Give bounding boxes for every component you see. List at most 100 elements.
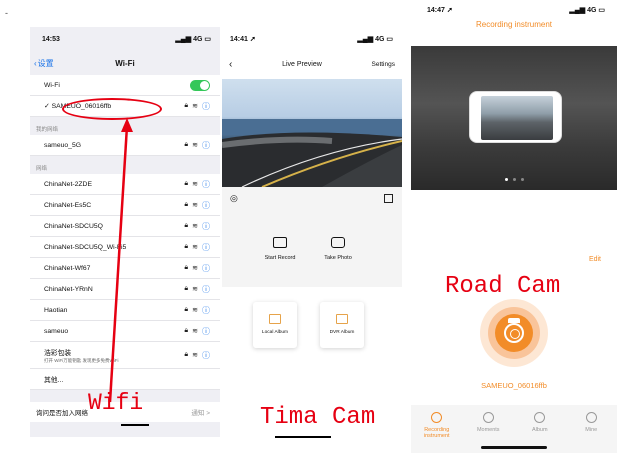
info-icon[interactable]: ⓘ xyxy=(202,242,210,253)
network-row[interactable]: ChinaNet-SDCU5Q 🔒︎ ≋ ⓘ xyxy=(30,216,220,237)
carousel-dot[interactable] xyxy=(504,178,508,181)
start-record-button[interactable]: Start Record xyxy=(250,237,310,261)
wifi-signal-icon: ≋ xyxy=(192,307,198,314)
folder-download-icon xyxy=(269,314,281,324)
network-name: ChinaNet-SDCU5Q xyxy=(44,222,103,230)
tab-mine[interactable]: Mine xyxy=(566,405,618,453)
carousel-dot[interactable] xyxy=(520,178,524,181)
status-bar: 14:41 ➚ ▂▄▆ 4G ▭ xyxy=(222,27,402,51)
lock-icon: 🔒︎ xyxy=(184,102,189,109)
back-button[interactable]: ‹ 设置 xyxy=(30,58,54,69)
wifi-signal-icon: ≋ xyxy=(192,181,198,188)
network-row[interactable]: ChinaNet-2ZDE 🔒︎ ≋ ⓘ xyxy=(30,174,220,195)
status-time: 14:53 xyxy=(42,35,60,43)
dvr-album-card[interactable]: DVR Album xyxy=(320,302,364,348)
tima-cam-annotation-label: Tima Cam xyxy=(260,404,376,431)
device-name: SAMEUO_06016ffb xyxy=(481,381,547,390)
fullscreen-icon[interactable] xyxy=(384,194,393,203)
info-icon[interactable]: ⓘ xyxy=(202,305,210,316)
network-row[interactable]: Haotian 🔒︎ ≋ ⓘ xyxy=(30,300,220,321)
page-title: Live Preview xyxy=(282,61,322,68)
network-subtitle: 打开 WiFi万能钥匙 发现更多免费WiFi xyxy=(44,357,119,363)
info-icon[interactable]: ⓘ xyxy=(202,284,210,295)
ask-to-join-value: 通知 > xyxy=(191,410,210,417)
annotation-underline xyxy=(275,436,331,438)
tab-label: Recording instrument xyxy=(423,427,450,439)
video-camera-icon xyxy=(273,237,287,248)
network-name: Haotian xyxy=(44,306,68,314)
status-signal: ▂▄▆ 4G ▭ xyxy=(569,7,605,14)
network-row[interactable]: ChinaNet-Wf67 🔒︎ ≋ ⓘ xyxy=(30,258,220,279)
chevron-left-icon: ‹ xyxy=(34,58,37,68)
wifi-signal-icon: ≋ xyxy=(192,223,198,230)
tab-label: Mine xyxy=(585,427,598,433)
status-signal: ▂▄▆ 4G ▭ xyxy=(357,36,393,43)
road-scene-illustration xyxy=(222,119,402,187)
other-network-row[interactable]: 其他... xyxy=(30,369,220,390)
wifi-toggle-row: Wi-Fi xyxy=(30,75,220,96)
status-bar: 14:47 ➚ ▂▄▆ 4G ▭ xyxy=(411,0,617,20)
dashcam-icon xyxy=(504,323,524,343)
settings-button[interactable]: Settings xyxy=(372,61,396,68)
live-preview-image xyxy=(222,79,402,187)
section-header-networks: 网络 xyxy=(36,166,48,172)
nav-bar: ‹ Live Preview Settings xyxy=(222,51,402,78)
network-name: sameuo xyxy=(44,327,69,335)
wifi-signal-icon: ≋ xyxy=(192,103,198,110)
network-row[interactable]: 浩彩包装 打开 WiFi万能钥匙 发现更多免费WiFi 🔒︎ ≋ ⓘ xyxy=(30,342,220,369)
wifi-toggle[interactable] xyxy=(190,79,210,91)
info-icon[interactable]: ⓘ xyxy=(202,140,210,151)
network-name: ChinaNet-SDCU5Q_Wi-Fi5 xyxy=(44,243,127,251)
page-title: Wi-Fi xyxy=(115,58,135,68)
wifi-signal-icon: ≋ xyxy=(192,352,198,359)
wifi-settings-screen: 14:53 ▂▄▆ 4G ▭ ‹ 设置 Wi-Fi Wi-Fi ✓ SAMEUO_… xyxy=(30,27,220,437)
info-icon[interactable]: ⓘ xyxy=(202,179,210,190)
lock-icon: 🔒︎ xyxy=(184,285,189,292)
nav-bar: ‹ 设置 Wi-Fi xyxy=(30,51,220,75)
take-photo-label: Take Photo xyxy=(324,255,352,261)
dashcam-device-button[interactable] xyxy=(480,299,548,367)
back-arrow-icon[interactable]: ‹ xyxy=(229,59,232,70)
local-album-card[interactable]: Local Album xyxy=(253,302,297,348)
info-icon[interactable]: ⓘ xyxy=(202,350,210,361)
lock-icon: 🔒︎ xyxy=(184,180,189,187)
camera-icon xyxy=(331,237,345,248)
screenshot-collage: - 14:53 ▂▄▆ 4G ▭ ‹ 设置 Wi-Fi Wi-Fi ✓ SAMEU… xyxy=(0,0,626,453)
person-icon xyxy=(585,412,597,423)
recorder-icon xyxy=(431,412,443,423)
album-icon xyxy=(534,412,546,423)
info-icon[interactable]: ⓘ xyxy=(202,326,210,337)
lock-icon: 🔒︎ xyxy=(184,351,189,358)
network-row[interactable]: sameuo 🔒︎ ≋ ⓘ xyxy=(30,321,220,342)
tab-label: Album xyxy=(531,427,548,433)
tab-label: Moments xyxy=(476,427,500,433)
lock-icon: 🔒︎ xyxy=(184,243,189,250)
network-row[interactable]: sameuo_5G 🔒︎ ≋ ⓘ xyxy=(30,135,220,156)
annotation-underline xyxy=(121,424,149,426)
wifi-toggle-label: Wi-Fi xyxy=(44,81,60,89)
carousel-dots[interactable] xyxy=(411,178,617,181)
lock-icon: 🔒︎ xyxy=(184,201,189,208)
wifi-signal-icon: ≋ xyxy=(192,328,198,335)
take-photo-button[interactable]: Take Photo xyxy=(308,237,368,261)
info-icon[interactable]: ⓘ xyxy=(202,200,210,211)
network-name: sameuo_5G xyxy=(44,141,82,149)
preview-toolbar: ◎ Start Record Take Photo xyxy=(222,187,402,287)
dvr-album-label: DVR Album xyxy=(329,330,355,335)
section-header-my-networks: 我的网络 xyxy=(36,127,59,133)
info-icon[interactable]: ⓘ xyxy=(202,221,210,232)
info-icon[interactable]: ⓘ xyxy=(202,263,210,274)
edit-button[interactable]: Edit xyxy=(589,256,601,263)
network-row[interactable]: ChinaNet-SDCU5Q_Wi-Fi5 🔒︎ ≋ ⓘ xyxy=(30,237,220,258)
info-icon[interactable]: ⓘ xyxy=(202,101,210,112)
carousel-dot[interactable] xyxy=(512,178,516,181)
local-album-label: Local Album xyxy=(261,330,289,335)
network-row[interactable]: ChinaNet-YRnN 🔒︎ ≋ ⓘ xyxy=(30,279,220,300)
highlight-ellipse xyxy=(62,98,162,120)
moments-icon xyxy=(482,412,494,423)
snapshot-camera-icon[interactable]: ◎ xyxy=(230,193,238,204)
network-name-block: 浩彩包装 打开 WiFi万能钥匙 发现更多免费WiFi xyxy=(44,347,119,364)
network-row[interactable]: ChinaNet-Es5C 🔒︎ ≋ ⓘ xyxy=(30,195,220,216)
road-cam-annotation-label: Road Cam xyxy=(445,273,561,300)
tab-recording-instrument[interactable]: Recording instrument xyxy=(411,405,463,453)
